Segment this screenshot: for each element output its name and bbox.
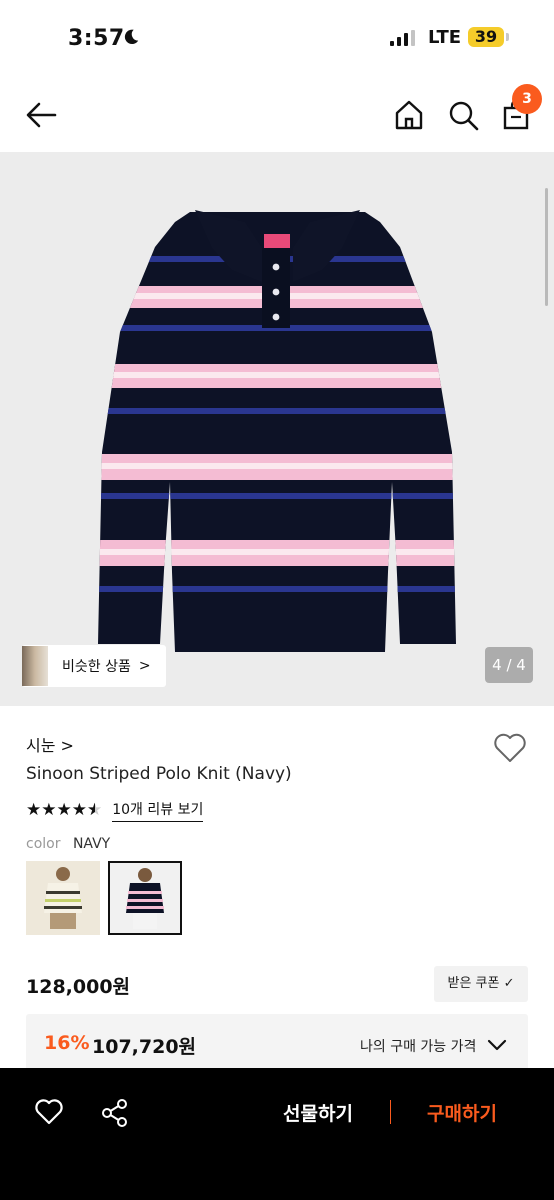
my-price-label: 나의 구매 가능 가격: [360, 1039, 477, 1055]
chevron-right-icon: >: [60, 736, 74, 755]
home-icon[interactable]: [392, 98, 426, 132]
my-price-panel[interactable]: 16% 107,720원 나의 구매 가능 가격: [26, 1014, 528, 1074]
sale-price: 107,720원: [92, 1036, 197, 1058]
rating-row: ★★★★★★ 10개 리뷰 보기: [26, 798, 204, 822]
gift-button[interactable]: 선물하기: [262, 1096, 374, 1132]
swatch-image-navy: [110, 863, 180, 933]
battery-level: 39: [468, 27, 504, 47]
image-scrollbar[interactable]: [545, 188, 548, 306]
network-label: LTE: [428, 27, 462, 48]
color-swatch-cream[interactable]: [26, 861, 100, 935]
status-time: 3:57: [68, 26, 125, 51]
top-nav: 3: [0, 80, 554, 152]
like-heart-icon[interactable]: [34, 1098, 64, 1126]
status-bar: 3:57 LTE 39: [0, 0, 554, 76]
star-rating: ★★★★★★: [26, 800, 103, 820]
swatch-image-cream: [26, 861, 100, 935]
search-icon[interactable]: [446, 98, 480, 132]
color-row: color NAVY: [26, 836, 110, 852]
similar-products-button[interactable]: 비슷한 상품 >: [22, 645, 166, 687]
share-icon[interactable]: [100, 1098, 130, 1128]
signal-icon: [390, 30, 415, 46]
bottom-bar-divider: [390, 1100, 391, 1124]
discount-rate: 16%: [44, 1032, 90, 1054]
color-swatch-navy[interactable]: [108, 861, 182, 935]
similar-products-thumbnail: [22, 646, 48, 686]
back-arrow-icon[interactable]: [24, 98, 58, 132]
brand-link[interactable]: 시눈 >: [26, 732, 74, 756]
color-key: color: [26, 836, 61, 852]
battery-cap: [506, 33, 509, 41]
cart-count-badge: 3: [512, 84, 542, 114]
wishlist-heart-icon[interactable]: [493, 732, 527, 764]
product-image-gallery[interactable]: 비슷한 상품 > 4 / 4: [0, 152, 554, 706]
product-title: Sinoon Striped Polo Knit (Navy): [26, 764, 292, 784]
chevron-down-icon: [487, 1039, 507, 1051]
moon-icon: [124, 29, 139, 45]
original-price: 128,000원: [26, 976, 131, 998]
image-counter: 4 / 4: [485, 647, 533, 683]
bottom-action-bar: 선물하기 구매하기: [0, 1068, 554, 1200]
brand-name: 시눈: [26, 736, 56, 755]
chevron-right-icon: >: [138, 658, 151, 674]
buy-button[interactable]: 구매하기: [406, 1096, 518, 1132]
similar-products-label: 비슷한 상품: [62, 659, 131, 675]
color-value: NAVY: [72, 836, 111, 852]
review-link[interactable]: 10개 리뷰 보기: [112, 799, 204, 822]
product-image: [98, 210, 456, 652]
received-coupon-button[interactable]: 받은 쿠폰 ✓: [434, 966, 528, 1002]
